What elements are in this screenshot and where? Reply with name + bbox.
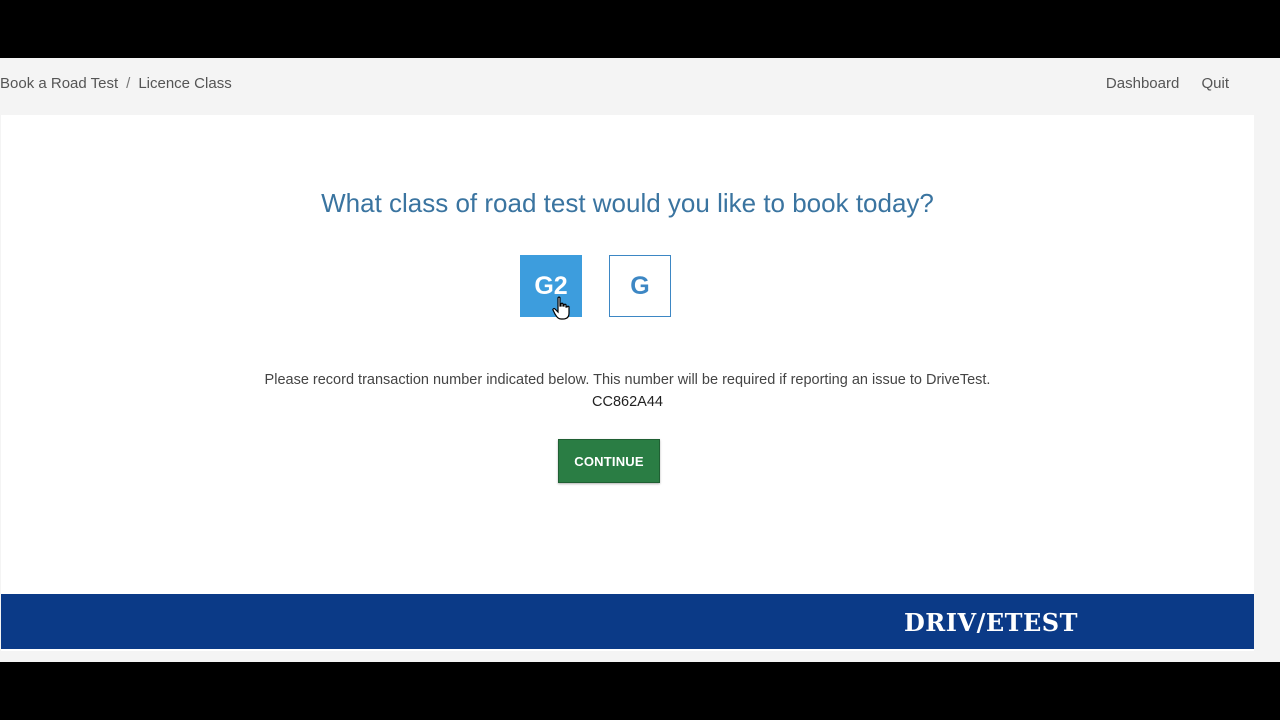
class-option-label: G	[630, 271, 650, 300]
breadcrumb: Book a Road Test / Licence Class	[0, 75, 232, 92]
breadcrumb-separator: /	[126, 75, 131, 92]
top-navigation-bar: Book a Road Test / Licence Class Dashboard…	[0, 58, 1280, 115]
licence-class-panel: What class of road test would you like t…	[1, 115, 1254, 651]
class-option-g2[interactable]: G2	[520, 255, 582, 320]
top-links: Dashboard Quit	[1088, 75, 1229, 92]
transaction-number: CC862A44	[592, 394, 663, 410]
licence-class-options: G2 G	[519, 255, 679, 321]
breadcrumb-item-book-road-test[interactable]: Book a Road Test	[0, 75, 118, 92]
dashboard-link[interactable]: Dashboard	[1106, 75, 1179, 92]
transaction-notice: Please record transaction number indicat…	[264, 372, 991, 388]
footer-bar: DRIV/ETEST	[1, 594, 1254, 649]
page-question: What class of road test would you like t…	[321, 188, 934, 218]
quit-link[interactable]: Quit	[1201, 75, 1229, 92]
page-margin	[1254, 115, 1280, 662]
hand-pointer-icon	[552, 296, 570, 320]
class-option-g[interactable]: G	[609, 255, 671, 317]
breadcrumb-item-licence-class: Licence Class	[138, 75, 232, 92]
drivetest-logo: DRIV/ETEST	[903, 608, 1078, 637]
browser-viewport: Book a Road Test / Licence Class Dashboard…	[0, 58, 1280, 662]
continue-button[interactable]: CONTINUE	[558, 439, 660, 483]
